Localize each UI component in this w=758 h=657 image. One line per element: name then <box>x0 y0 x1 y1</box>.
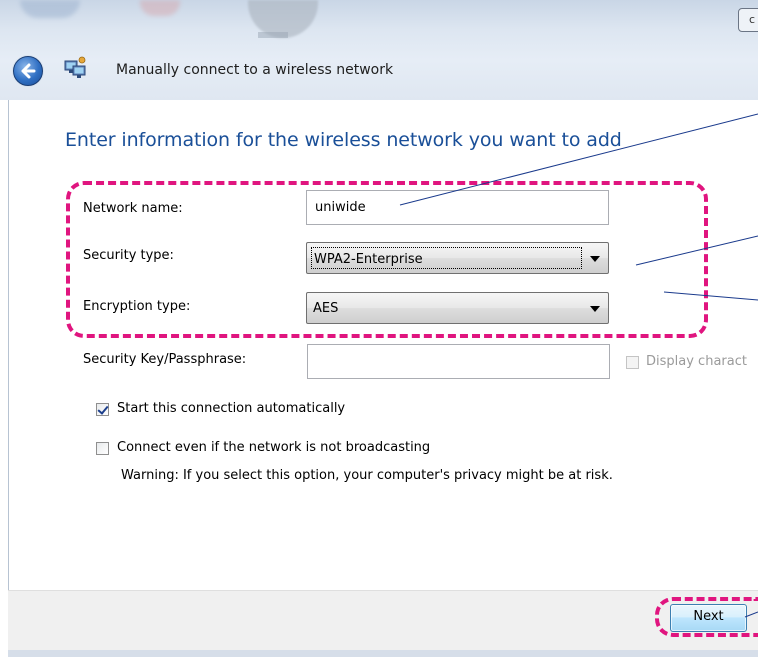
annotation-line-next <box>744 611 758 618</box>
annotation-line-encryption-type <box>663 291 758 301</box>
annotation-lines <box>399 113 758 618</box>
annotation-line-security-type <box>635 235 758 266</box>
annotation-line-network-name <box>399 113 758 206</box>
